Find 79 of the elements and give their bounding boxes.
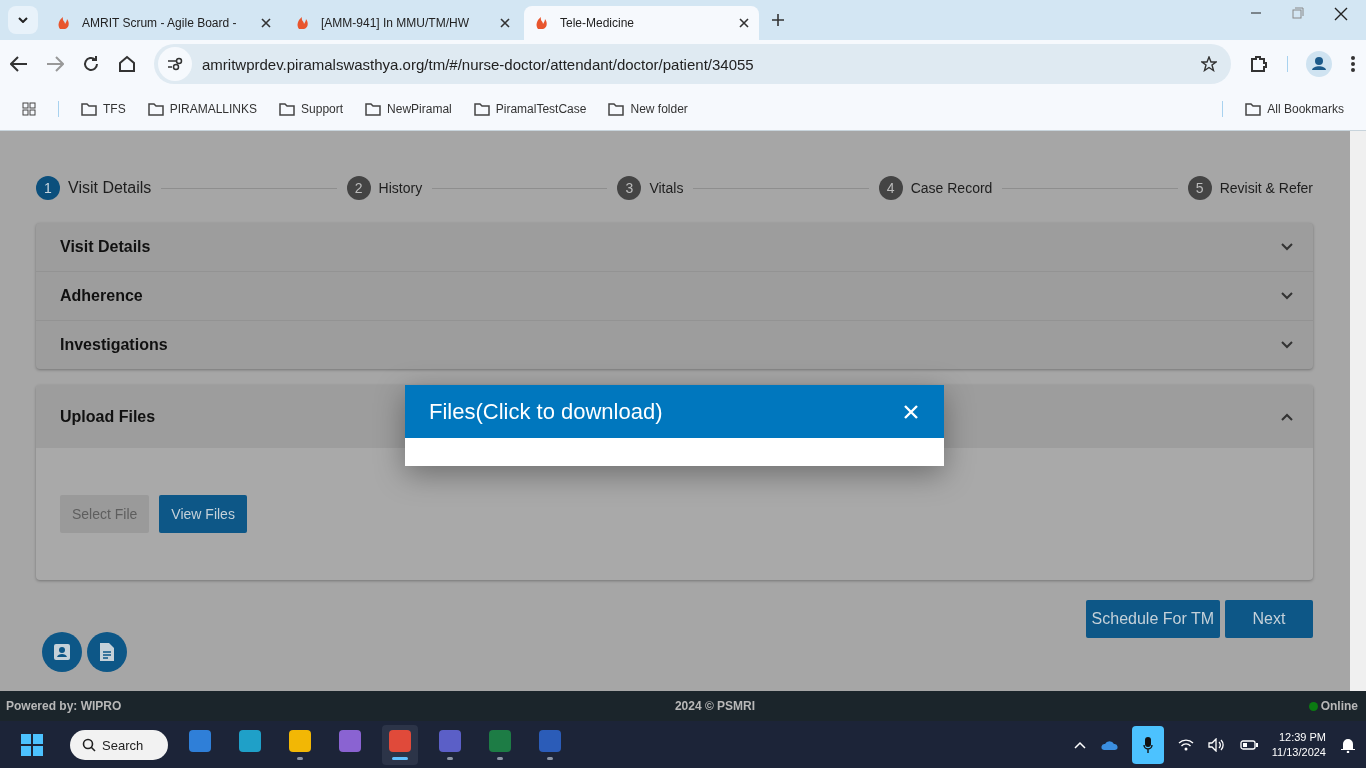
- battery-icon[interactable]: [1239, 740, 1258, 750]
- search-icon: [82, 738, 96, 752]
- address-bar[interactable]: amritwprdev.piramalswasthya.org/tm/#/nurse-doctor/attendant/doctor/patient/34055: [154, 44, 1231, 84]
- tab-title: Tele-Medicine: [560, 16, 636, 30]
- search-field[interactable]: Search: [70, 730, 168, 760]
- scrollbar[interactable]: [1350, 131, 1366, 691]
- folder-icon: [279, 102, 296, 116]
- action-button[interactable]: Next: [1225, 600, 1313, 638]
- chevron-down-icon: [1281, 292, 1293, 300]
- chevron-down-icon: [1281, 341, 1293, 349]
- tab-title: AMRIT Scrum - Agile Board -: [82, 16, 238, 30]
- browser-tab[interactable]: Tele-Medicine: [524, 6, 759, 40]
- patient-info-button[interactable]: [42, 632, 82, 672]
- apps-grid-icon[interactable]: [22, 102, 36, 116]
- document-icon: [99, 642, 115, 662]
- start-icon[interactable]: [20, 733, 44, 757]
- home-icon[interactable]: [118, 55, 136, 73]
- notification-icon[interactable]: [1340, 737, 1356, 753]
- dialog-title: Files(Click to download): [429, 398, 663, 425]
- wifi-icon[interactable]: [1177, 739, 1194, 751]
- chevron-up-icon: [1281, 412, 1293, 421]
- bookmark[interactable]: Support: [279, 102, 344, 116]
- bookmark[interactable]: New folder: [608, 102, 688, 116]
- taskbar-app[interactable]: [382, 725, 418, 765]
- status-text: Online: [1320, 699, 1358, 713]
- tab-search-button[interactable]: [8, 6, 38, 34]
- star-icon[interactable]: [1201, 56, 1217, 72]
- close-icon[interactable]: [739, 18, 749, 28]
- folder-icon: [81, 102, 97, 116]
- stepper-step[interactable]: 5 Revisit & Refer: [1187, 176, 1314, 200]
- tab-title: [AMM-941] In MMU/TM/HW: [321, 16, 470, 30]
- accordion-header[interactable]: Visit Details: [36, 223, 1313, 271]
- cloud-icon[interactable]: [1099, 739, 1118, 751]
- clock[interactable]: 12:39 PM 11/13/2024: [1271, 730, 1326, 760]
- puzzle-icon[interactable]: [1249, 54, 1269, 74]
- browser-tab[interactable]: [AMM-941] In MMU/TM/HW: [285, 6, 520, 40]
- flame-icon: [56, 15, 72, 31]
- flame-icon: [534, 15, 550, 31]
- chevron-down-icon: [18, 17, 28, 23]
- reload-icon[interactable]: [82, 55, 100, 73]
- stepper-step[interactable]: 2 History: [346, 176, 423, 200]
- volume-icon[interactable]: [1207, 738, 1226, 752]
- bookmark[interactable]: NewPiramal: [365, 102, 452, 116]
- accordion-header[interactable]: Investigations: [36, 320, 1313, 369]
- footer-copyright: 2024 © PSMRI: [674, 699, 756, 713]
- profile-icon[interactable]: [1306, 51, 1332, 77]
- chevron-up-icon[interactable]: [1073, 741, 1086, 749]
- document-button[interactable]: [87, 632, 127, 672]
- folder-icon: [608, 102, 625, 116]
- url-text: amritwprdev.piramalswasthya.org/tm/#/nurse-doctor/attendant/doctor/patient/34055: [202, 55, 755, 73]
- bookmark[interactable]: PiramalTestCase: [473, 102, 587, 116]
- contact-card-icon: [53, 643, 71, 661]
- folder-icon: [147, 102, 164, 116]
- stepper-step[interactable]: 4 Case Record: [878, 176, 993, 200]
- bookmark[interactable]: TFS: [81, 102, 126, 116]
- forward-icon[interactable]: [46, 56, 64, 72]
- close-icon[interactable]: [500, 18, 510, 28]
- footer-text: Powered by: WIPRO: [6, 699, 122, 713]
- site-settings-icon[interactable]: [167, 57, 183, 71]
- chevron-down-icon: [1281, 243, 1293, 251]
- file-button[interactable]: View Files: [159, 495, 247, 533]
- close-icon[interactable]: [1334, 7, 1348, 21]
- flame-icon: [295, 15, 311, 31]
- bookmark[interactable]: PIRAMALLINKS: [147, 102, 258, 116]
- accordion-header[interactable]: Adherence: [36, 271, 1313, 320]
- browser-tab[interactable]: AMRIT Scrum - Agile Board -: [46, 6, 281, 40]
- back-icon[interactable]: [10, 56, 28, 72]
- microphone-icon: [1142, 736, 1153, 754]
- stepper-step[interactable]: 1 Visit Details: [36, 176, 152, 200]
- action-button[interactable]: Schedule For TM: [1085, 600, 1220, 638]
- plus-icon[interactable]: [771, 13, 785, 27]
- microphone-button[interactable]: [1131, 726, 1164, 764]
- folder-icon: [365, 102, 382, 116]
- folder-icon: [473, 102, 490, 116]
- menu-icon[interactable]: [1350, 55, 1356, 73]
- all-bookmarks[interactable]: All Bookmarks: [1245, 102, 1344, 116]
- folder-icon: [1245, 102, 1262, 116]
- close-icon[interactable]: [261, 18, 271, 28]
- stepper-step[interactable]: 3 Vitals: [617, 176, 684, 200]
